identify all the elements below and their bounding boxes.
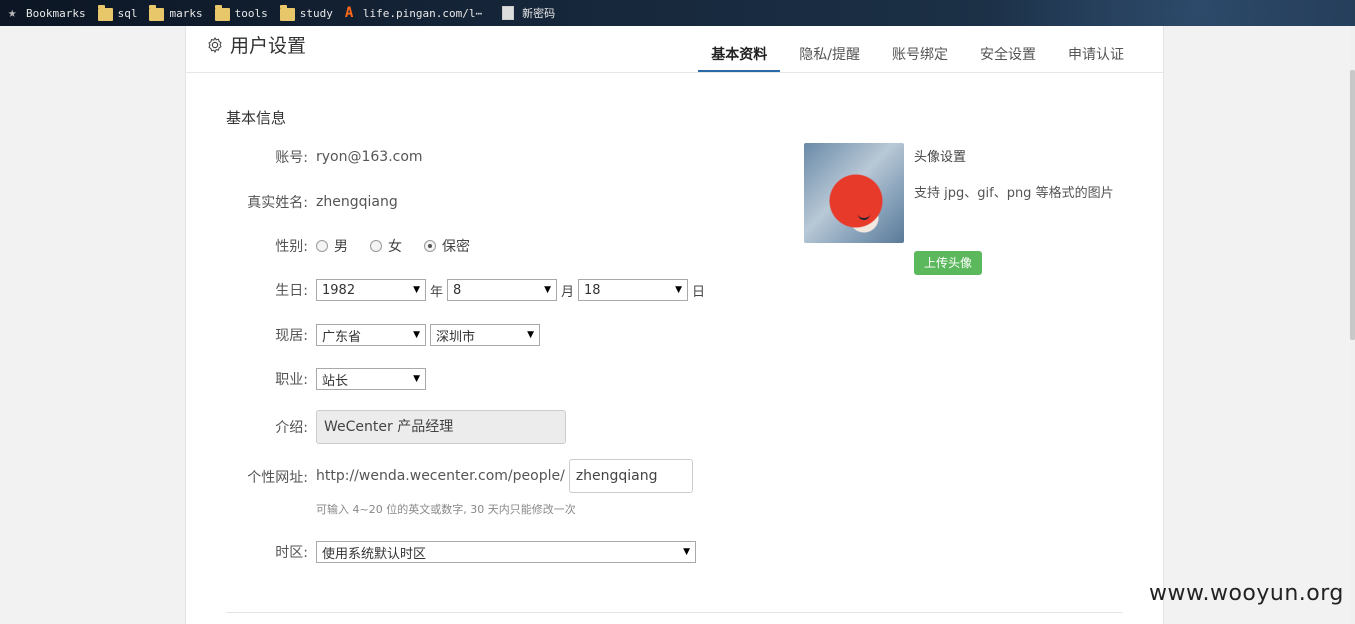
occupation-value: 站长 [322, 373, 349, 389]
gender-radio-secret[interactable] [424, 240, 436, 252]
dropdown-arrow-icon: ▼ [413, 285, 420, 295]
document-icon [502, 6, 515, 20]
account-label: 账号: [275, 150, 308, 166]
dropdown-arrow-icon: ▼ [675, 285, 683, 295]
settings-tabs: 基本资料 隐私/提醒 账号绑定 安全设置 申请认证 [692, 26, 1137, 72]
bookmark-study[interactable]: study [279, 3, 333, 23]
timezone-row: 时区: 使用系统默认时区 ▼ [226, 541, 696, 563]
url-slug-input[interactable]: zhengqiang [568, 459, 693, 493]
url-hint: 可输入 4~20 位的英文或数字, 30 天内只能修改一次 [316, 503, 576, 516]
url-row: 个性网址: http://wenda.wecenter.com/people/ … [226, 459, 693, 493]
province-select[interactable]: 广东省 ▼ [316, 324, 426, 346]
occupation-row: 职业: 站长 ▼ [226, 368, 426, 390]
intro-label: 介绍: [275, 420, 308, 436]
avatar-description: 支持 jpg、gif、png 等格式的图片 [914, 186, 1114, 201]
settings-panel: 用户设置 基本资料 隐私/提醒 账号绑定 安全设置 申请认证 基本信息 账号: … [185, 26, 1164, 624]
tab-basic-profile[interactable]: 基本资料 [698, 26, 781, 72]
dropdown-arrow-icon: ▼ [527, 330, 534, 340]
bookmark-label: marks [169, 6, 203, 20]
intro-input[interactable]: WeCenter 产品经理 [316, 410, 566, 444]
tab-account-binding[interactable]: 账号绑定 [879, 26, 961, 70]
gender-label: 性别: [275, 239, 308, 255]
timezone-value: 使用系统默认时区 [322, 546, 427, 562]
occupation-label: 职业: [275, 372, 308, 388]
avatar-eye [858, 213, 870, 220]
dropdown-arrow-icon: ▼ [413, 330, 420, 340]
settings-header: 用户设置 基本资料 隐私/提醒 账号绑定 安全设置 申请认证 [186, 26, 1163, 73]
account-row: 账号: ryon@163.com [226, 147, 423, 167]
gender-male-label[interactable]: 男 [334, 236, 348, 256]
bookmark-marks[interactable]: marks [149, 3, 203, 23]
tab-privacy-reminders[interactable]: 隐私/提醒 [786, 26, 873, 70]
timezone-label: 时区: [275, 545, 308, 561]
dropdown-arrow-icon: ▼ [413, 374, 420, 384]
birthday-label: 生日: [275, 283, 308, 299]
tab-apply-verification[interactable]: 申请认证 [1055, 26, 1137, 70]
bookmark-label: 新密码 [522, 7, 556, 20]
page-title: 用户设置 [206, 31, 306, 58]
city-select[interactable]: 深圳市 ▼ [430, 324, 540, 346]
bookmark-label: life.pingan.com/l⋯ [362, 6, 483, 20]
url-label: 个性网址: [247, 470, 308, 486]
gender-radio-male[interactable] [316, 240, 328, 252]
folder-icon [149, 4, 165, 21]
avatar-image [804, 143, 904, 243]
real-name-label: 真实姓名: [247, 195, 308, 211]
birth-day-value: 18 [584, 282, 601, 298]
month-unit: 月 [561, 284, 575, 300]
timezone-select[interactable]: 使用系统默认时区 ▼ [316, 541, 696, 563]
intro-row: 介绍: WeCenter 产品经理 [226, 410, 566, 444]
bookmark-pingan[interactable]: A life.pingan.com/l⋯ [345, 3, 482, 23]
birth-day-select[interactable]: 18 ▼ [578, 279, 689, 301]
gender-options: 男 女 保密 [316, 236, 492, 256]
real-name-value: zhengqiang [316, 194, 398, 210]
section-title: 基本信息 [226, 109, 287, 127]
folder-icon [279, 4, 295, 21]
dropdown-arrow-icon: ▼ [683, 547, 690, 557]
folder-icon [97, 4, 113, 21]
birth-month-select[interactable]: 8 ▼ [447, 279, 558, 301]
bookmark-label: tools [234, 6, 268, 20]
divider [226, 612, 1123, 613]
pingan-icon: A [344, 4, 354, 21]
bookmark-label: Bookmarks [26, 6, 86, 20]
residence-label: 现居: [275, 328, 308, 344]
birth-month-value: 8 [453, 282, 462, 298]
account-value: ryon@163.com [316, 149, 423, 165]
bookmark-bookmarks[interactable]: ★ Bookmarks [8, 3, 86, 23]
bookmark-tools[interactable]: tools [214, 3, 268, 23]
city-value: 深圳市 [436, 329, 476, 345]
day-unit: 日 [692, 284, 706, 300]
upload-avatar-button[interactable]: 上传头像 [914, 251, 982, 275]
real-name-row: 真实姓名: zhengqiang [226, 192, 398, 212]
dropdown-arrow-icon: ▼ [544, 285, 552, 295]
bookmarks-bar: ★ Bookmarks sql marks tools study A life… [0, 0, 1355, 26]
birth-year-value: 1982 [322, 282, 356, 298]
province-value: 广东省 [322, 329, 362, 345]
gear-icon [208, 36, 222, 53]
scrollbar-thumb[interactable] [1350, 70, 1355, 340]
gender-female-label[interactable]: 女 [388, 236, 402, 256]
residence-row: 现居: 广东省 ▼ 深圳市 ▼ [226, 324, 540, 346]
bookmark-label: sql [117, 6, 138, 20]
gender-radio-female[interactable] [370, 240, 382, 252]
gender-row: 性别: 男 女 保密 [226, 236, 492, 256]
bookmark-sql[interactable]: sql [97, 3, 138, 23]
url-prefix: http://wenda.wecenter.com/people/ [316, 468, 565, 484]
bookmark-new-password[interactable]: 新密码 [494, 3, 555, 23]
occupation-select[interactable]: 站长 ▼ [316, 368, 426, 390]
avatar-title: 头像设置 [914, 150, 967, 165]
watermark: www.wooyun.org [1149, 581, 1344, 606]
gender-secret-label[interactable]: 保密 [442, 236, 470, 256]
folder-icon [214, 4, 230, 21]
bookmark-label: study [299, 6, 333, 20]
birthday-row: 生日: 1982 ▼ 年 8 ▼ 月 18 ▼ 日 [226, 279, 709, 301]
birth-year-select[interactable]: 1982 ▼ [316, 279, 426, 301]
star-icon: ★ [8, 4, 17, 21]
year-unit: 年 [430, 284, 444, 300]
page-title-text: 用户设置 [230, 35, 307, 57]
tab-security-settings[interactable]: 安全设置 [967, 26, 1049, 70]
